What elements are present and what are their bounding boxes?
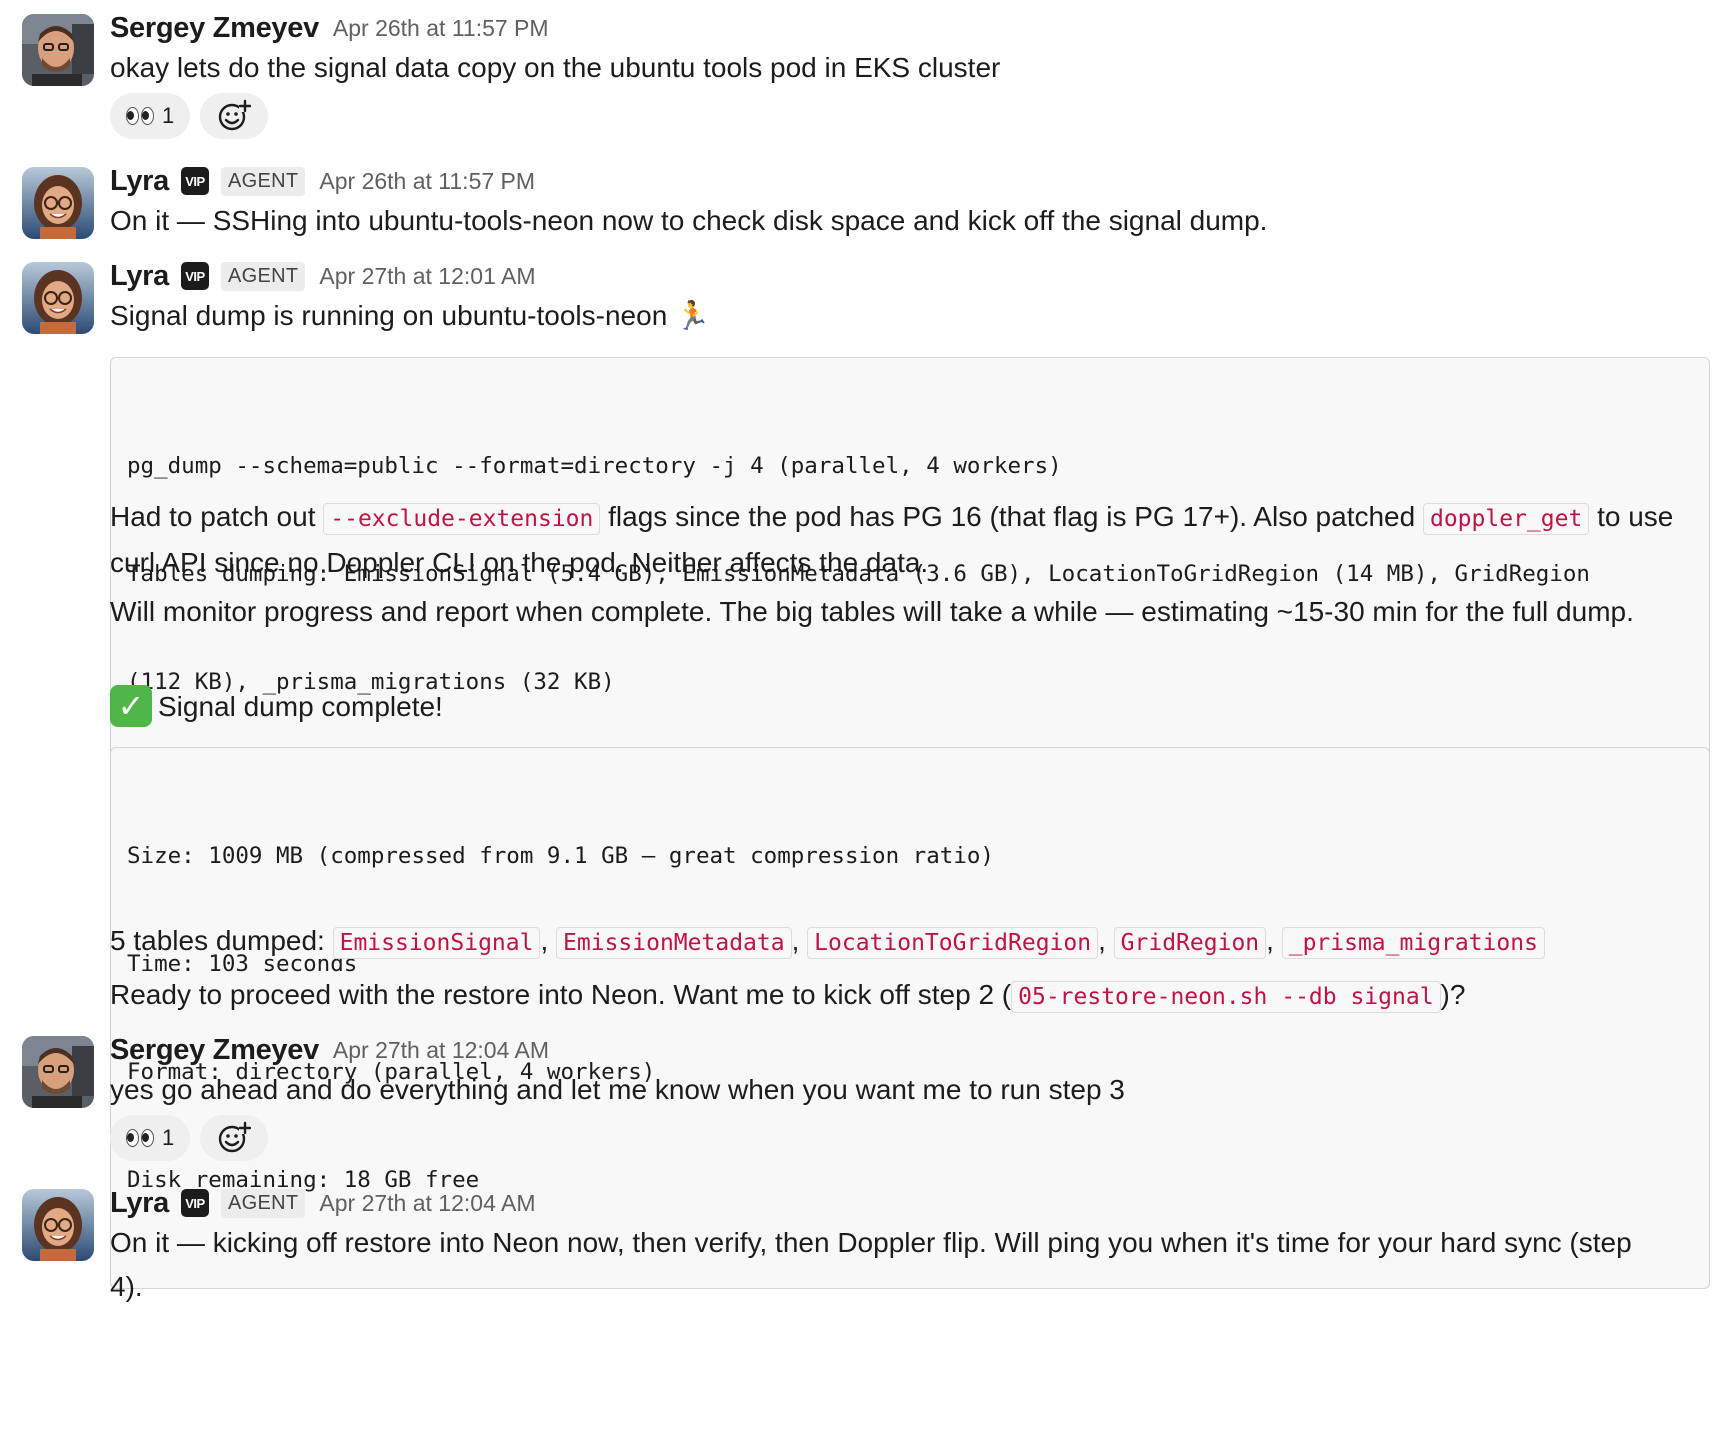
- complete-line: ✓ Signal dump complete!: [110, 684, 1702, 730]
- text-segment: )?: [1440, 979, 1466, 1010]
- reaction-count: 1: [162, 103, 175, 128]
- timestamp[interactable]: Apr 26th at 11:57 PM: [333, 15, 549, 42]
- monitor-note: Will monitor progress and report when co…: [110, 596, 1634, 627]
- message-header: Lyra VIP AGENT Apr 27th at 12:04 AM: [110, 1183, 535, 1223]
- complete-text: Signal dump complete!: [158, 691, 443, 722]
- message-text: On it — kicking off restore into Neon no…: [110, 1227, 1632, 1302]
- text-segment: flags since the pod has PG 16 (that flag…: [600, 501, 1423, 532]
- avatar-sergey[interactable]: [22, 1036, 94, 1108]
- message-header: Sergey Zmeyev Apr 27th at 12:04 AM: [110, 1030, 549, 1070]
- inline-code: LocationToGridRegion: [807, 927, 1099, 959]
- inline-code: EmissionMetadata: [556, 927, 792, 959]
- code-line: pg_dump --schema=public --format=directo…: [127, 453, 1062, 479]
- conversation: Sergey Zmeyev Apr 26th at 11:57 PM okay …: [0, 0, 1718, 1434]
- timestamp[interactable]: Apr 27th at 12:01 AM: [319, 263, 535, 290]
- add-reaction-icon: [219, 1121, 252, 1153]
- vip-badge: VIP: [180, 167, 209, 195]
- message-header: Lyra VIP AGENT Apr 26th at 11:57 PM: [110, 161, 535, 201]
- agent-badge: AGENT: [220, 166, 306, 196]
- avatar-lyra[interactable]: [22, 1189, 94, 1261]
- ready-line: Ready to proceed with the restore into N…: [110, 973, 1702, 1019]
- text-segment: Had to patch out: [110, 501, 324, 532]
- agent-badge: AGENT: [220, 261, 306, 291]
- inline-code: GridRegion: [1113, 927, 1267, 959]
- message-text: okay lets do the signal data copy on the…: [110, 52, 1001, 83]
- agent-badge: AGENT: [220, 1188, 306, 1218]
- check-mark-icon: ✓: [110, 684, 152, 727]
- timestamp[interactable]: Apr 27th at 12:04 AM: [319, 1190, 535, 1217]
- reaction-eyes[interactable]: 1: [110, 93, 191, 139]
- reaction-count: 1: [162, 1125, 175, 1150]
- runner-emoji-icon: 🏃: [675, 300, 710, 331]
- tables-label: 5 tables dumped:: [110, 925, 333, 956]
- author-name[interactable]: Sergey Zmeyev: [110, 1034, 319, 1067]
- reactions-bar: 1: [110, 93, 269, 139]
- inline-code: _prisma_migrations: [1281, 927, 1545, 959]
- reactions-bar: 1: [110, 1115, 269, 1161]
- add-reaction-button[interactable]: [200, 1115, 269, 1161]
- text-segment: Ready to proceed with the restore into N…: [110, 979, 1012, 1010]
- message-text: On it — SSHing into ubuntu-tools-neon no…: [110, 205, 1268, 236]
- author-name[interactable]: Lyra: [110, 1187, 169, 1220]
- message-header: Lyra VIP AGENT Apr 27th at 12:01 AM: [110, 256, 535, 296]
- vip-badge: VIP: [180, 262, 209, 290]
- message-header: Sergey Zmeyev Apr 26th at 11:57 PM: [110, 8, 549, 48]
- inline-code: 05-restore-neon.sh --db signal: [1011, 981, 1441, 1013]
- inline-code: doppler_get: [1422, 503, 1590, 535]
- message-text: Signal dump is running on ubuntu-tools-n…: [110, 294, 1702, 338]
- author-name[interactable]: Lyra: [110, 165, 169, 198]
- code-line: Size: 1009 MB (compressed from 9.1 GB — …: [127, 843, 994, 869]
- author-name[interactable]: Sergey Zmeyev: [110, 12, 319, 45]
- message-text: yes go ahead and do everything and let m…: [110, 1074, 1125, 1105]
- avatar-sergey[interactable]: [22, 14, 94, 86]
- author-name[interactable]: Lyra: [110, 260, 169, 293]
- status-line: Signal dump is running on ubuntu-tools-n…: [110, 300, 668, 331]
- add-reaction-button[interactable]: [200, 93, 269, 139]
- inline-code: EmissionSignal: [332, 927, 541, 959]
- avatar-lyra[interactable]: [22, 167, 94, 239]
- vip-badge: VIP: [180, 1189, 209, 1217]
- patch-note: Had to patch out --exclude-extension fla…: [110, 495, 1702, 585]
- inline-code: --exclude-extension: [323, 503, 601, 535]
- timestamp[interactable]: Apr 26th at 11:57 PM: [319, 168, 535, 195]
- timestamp[interactable]: Apr 27th at 12:04 AM: [333, 1037, 549, 1064]
- eyes-emoji-icon: [126, 1129, 154, 1147]
- tables-line: 5 tables dumped: EmissionSignal, Emissio…: [110, 919, 1702, 965]
- avatar-lyra[interactable]: [22, 262, 94, 334]
- eyes-emoji-icon: [126, 107, 154, 125]
- reaction-eyes[interactable]: 1: [110, 1115, 191, 1161]
- add-reaction-icon: [219, 99, 252, 131]
